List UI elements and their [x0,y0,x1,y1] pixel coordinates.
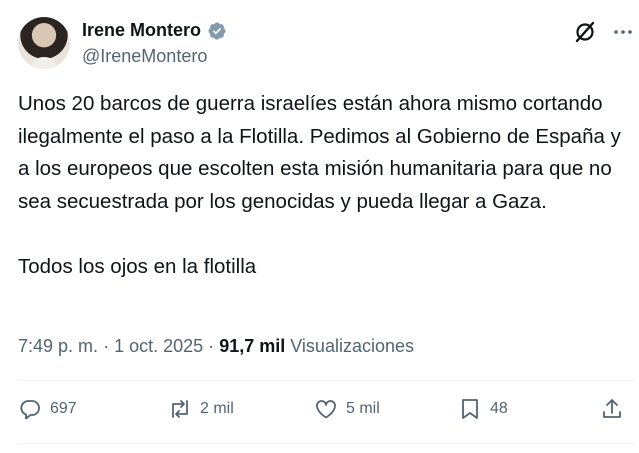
verified-badge-icon[interactable] [207,21,227,41]
tweet-text: Unos 20 barcos de guerra israelíes están… [18,92,621,278]
user-name[interactable]: Irene Montero [82,20,201,41]
name-row: Irene Montero [82,20,227,41]
tweet-meta: 7:49 p. m. · 1 oct. 2025 · 91,7 mil Visu… [18,336,414,357]
reply-icon [20,400,40,420]
tweet-header: Irene Montero @IreneMontero [18,16,632,76]
share-button[interactable] [600,397,624,421]
repost-icon [172,400,188,418]
meta-separator: · [103,336,110,356]
reply-button[interactable]: 697 [18,397,77,421]
share-icon [603,399,621,418]
grok-icon[interactable] [573,20,597,44]
repost-button[interactable]: 2 mil [168,397,234,421]
bookmark-count: 48 [490,400,508,417]
divider [18,443,635,444]
reply-count: 697 [50,400,77,417]
bookmark-button[interactable]: 48 [458,397,508,421]
like-count: 5 mil [346,400,380,417]
divider [18,380,635,381]
views-label: Visualizaciones [290,336,414,356]
more-icon[interactable] [611,20,635,44]
meta-separator: · [208,336,215,356]
views-count: 91,7 mil [219,336,286,356]
like-icon [316,400,336,419]
tweet-time[interactable]: 7:49 p. m. [18,336,98,356]
tweet-date[interactable]: 1 oct. 2025 [114,336,203,356]
repost-count: 2 mil [200,400,234,417]
avatar[interactable] [18,17,70,69]
like-button[interactable]: 5 mil [314,397,380,421]
user-handle[interactable]: @IreneMontero [82,46,207,67]
action-bar: 697 2 mil 5 mil 48 [18,397,628,427]
bookmark-icon [462,399,478,419]
